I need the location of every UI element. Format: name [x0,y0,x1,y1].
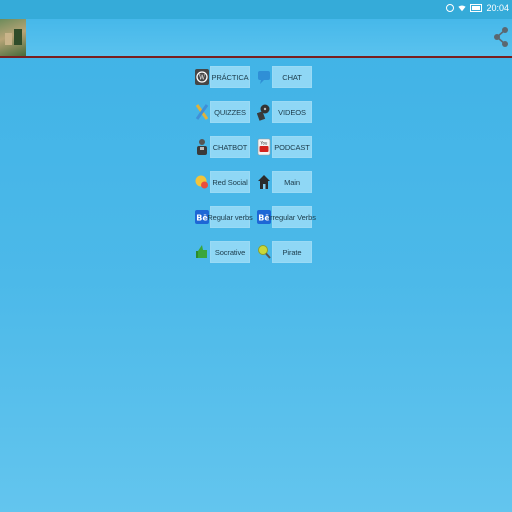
menu-item-podcast[interactable]: You PODCAST [257,136,317,158]
home-icon [257,173,271,191]
robot-figure-icon [195,138,209,156]
menu-item-irregular-verbs[interactable]: Bē Irregular Verbs [257,206,317,228]
thumbs-up-icon [195,243,209,261]
chatbot-button[interactable]: CHATBOT [210,136,250,158]
socrative-button[interactable]: Socrative [210,241,250,263]
regular-verbs-button[interactable]: Regular verbs [207,206,253,228]
menu-item-quizzes[interactable]: QUIZZES [195,101,255,123]
film-reel-icon [257,103,271,121]
speech-bubbles-icon [195,173,209,191]
menu-item-chatbot[interactable]: CHATBOT [195,136,255,158]
wifi-icon [458,5,467,12]
red-social-button[interactable]: Red Social [210,171,250,193]
youtube-icon: You [257,138,271,156]
status-time: 20:04 [486,3,509,13]
svg-text:You: You [260,141,268,146]
menu-item-practica[interactable]: W PRÁCTICA [195,66,255,88]
menu-item-regular-verbs[interactable]: Bē Regular verbs [195,206,255,228]
chat-button[interactable]: CHAT [272,66,312,88]
irregular-verbs-button[interactable]: Irregular Verbs [268,206,316,228]
videos-button[interactable]: VIDEOS [272,101,312,123]
app-logo[interactable] [0,19,26,56]
menu-item-red-social[interactable]: Red Social [195,171,255,193]
chat-bubble-icon [257,68,271,86]
pencil-ruler-icon [195,103,209,121]
practica-button[interactable]: PRÁCTICA [210,66,250,88]
battery-icon [470,4,483,12]
magnifier-icon [257,243,271,261]
podcast-button[interactable]: PODCAST [272,136,312,158]
quizzes-button[interactable]: QUIZZES [210,101,250,123]
svg-text:W: W [199,75,206,82]
menu-item-main[interactable]: Main [257,171,317,193]
menu-item-chat[interactable]: CHAT [257,66,317,88]
sync-icon [446,4,455,12]
pirate-button[interactable]: Pirate [272,241,312,263]
menu-item-videos[interactable]: VIDEOS [257,101,317,123]
share-icon[interactable] [493,26,509,48]
menu-item-pirate[interactable]: Pirate [257,241,317,263]
main-button[interactable]: Main [272,171,312,193]
app-bar [0,19,512,58]
menu-item-socrative[interactable]: Socrative [195,241,255,263]
wordpress-icon: W [195,68,209,86]
status-bar: 20:04 [0,0,512,19]
